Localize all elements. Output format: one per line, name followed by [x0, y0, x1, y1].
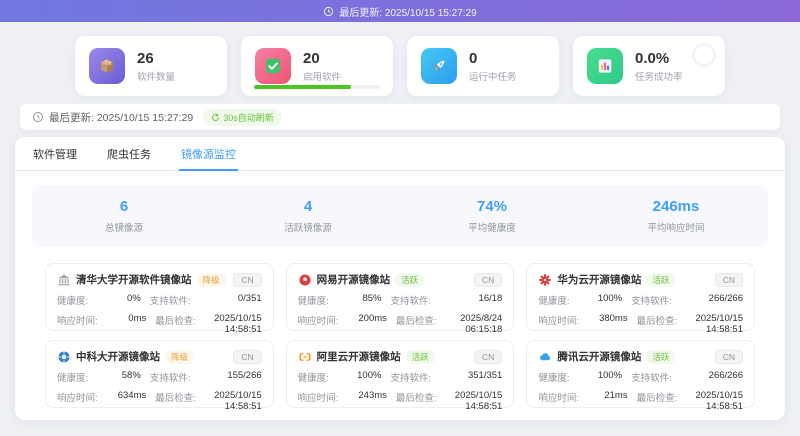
mirror-grid: 清华大学开源软件镜像站 降级 CN 健康度: 0% 支持软件: 0/351 响应时间… — [45, 263, 755, 412]
status-badge: 活跃 — [405, 349, 435, 364]
summary-avg-health: 74% 平均健康度 — [468, 198, 516, 234]
health-value: 0% — [127, 293, 141, 304]
stat-label: 任务成功率 — [635, 71, 683, 83]
stat-label: 启用软件 — [303, 71, 342, 83]
cloud-icon — [538, 350, 552, 364]
mirror-name: 清华大学开源软件镜像站 — [76, 274, 192, 286]
bar-chart-icon — [587, 48, 623, 84]
top-update-banner: 最后更新: 2025/10/15 15:27:29 — [0, 0, 800, 22]
mirror-summary-row: 6 总镜像源 4 活跃镜像源 74% 平均健康度 246ms 平均响应时间 — [32, 185, 768, 247]
stat-label: 运行中任务 — [469, 71, 517, 83]
stat-value: 0 — [469, 49, 478, 67]
software-value: 351/351 — [467, 370, 503, 381]
status-badge: 降级 — [165, 349, 195, 364]
status-badge: 活跃 — [395, 272, 425, 287]
auto-refresh-badge: 30s自动刷新 — [203, 108, 282, 126]
region-tag: CN — [714, 349, 743, 364]
software-value: 155/266 — [227, 370, 262, 381]
clock-icon — [33, 112, 43, 122]
health-value: 85% — [362, 293, 382, 304]
summary-avg-response: 246ms 平均响应时间 — [647, 198, 705, 234]
tab-crawler-tasks[interactable]: 爬虫任务 — [105, 137, 153, 171]
stat-value: 26 — [137, 49, 154, 67]
status-badge: 活跃 — [646, 272, 676, 287]
last-update-text: 最后更新: 2025/10/15 15:27:29 — [339, 7, 477, 19]
mirror-card-netease: 网易开源镜像站 活跃 CN 健康度: 85% 支持软件: 16/18 响应时间: 20… — [285, 263, 515, 335]
health-value: 58% — [121, 370, 141, 381]
stat-card-enabled-software: 20 启用软件 — [241, 36, 393, 96]
check-value: 2025/10/15 14:58:51 — [695, 390, 743, 412]
software-value: 266/266 — [708, 293, 743, 304]
region-tag: CN — [474, 272, 503, 287]
check-value: 2025/10/15 14:58:51 — [454, 390, 503, 412]
software-value: 0/351 — [237, 293, 262, 304]
red-circle-icon — [298, 273, 312, 287]
response-value: 21ms — [604, 390, 628, 401]
check-value: 2025/10/15 14:58:51 — [214, 390, 262, 412]
status-badge: 降级 — [196, 272, 226, 287]
response-value: 380ms — [599, 313, 628, 324]
region-tag: CN — [233, 272, 262, 287]
mirror-card-tsinghua: 清华大学开源软件镜像站 降级 CN 健康度: 0% 支持软件: 0/351 响应时间… — [45, 263, 274, 335]
health-value: 100% — [597, 293, 623, 304]
check-value: 2025/10/15 14:58:51 — [214, 313, 262, 335]
region-tag: CN — [474, 349, 503, 364]
check-value: 2025/10/15 14:58:51 — [695, 313, 743, 335]
package-icon — [89, 48, 125, 84]
check-icon — [255, 48, 291, 84]
refresh-bar-text: 最后更新: 2025/10/15 15:27:29 — [49, 111, 194, 124]
clock-icon — [324, 6, 334, 16]
success-rate-ring — [692, 43, 716, 67]
summary-active-mirrors: 4 活跃镜像源 — [284, 198, 332, 234]
mirror-card-huawei: 华为云开源镜像站 活跃 CN 健康度: 100% 支持软件: 266/266 响应时… — [526, 263, 755, 335]
mirror-name: 阿里云开源镜像站 — [316, 351, 401, 363]
software-value: 16/18 — [478, 293, 503, 304]
stat-card-software-count: 26 软件数量 — [75, 36, 227, 96]
stat-label: 软件数量 — [137, 71, 176, 83]
main-panel: 软件管理 爬虫任务 镜像源监控 6 总镜像源 4 活跃镜像源 74% 平均健康度… — [15, 137, 785, 420]
mirror-card-aliyun: 阿里云开源镜像站 活跃 CN 健康度: 100% 支持软件: 351/351 响应时… — [285, 340, 515, 412]
refresh-status-bar: 最后更新: 2025/10/15 15:27:29 30s自动刷新 — [20, 104, 780, 130]
stat-value: 0.0% — [635, 49, 670, 67]
stat-value: 20 — [303, 49, 320, 67]
response-value: 200ms — [358, 313, 387, 324]
stat-card-running-tasks: 0 运行中任务 — [407, 36, 559, 96]
brackets-icon — [298, 350, 312, 364]
health-value: 100% — [357, 370, 382, 381]
enabled-progress-fill — [254, 85, 352, 89]
refresh-icon — [212, 113, 220, 121]
building-icon — [57, 273, 71, 287]
mirror-name: 华为云开源镜像站 — [557, 274, 642, 286]
mirror-card-tencent: 腾讯云开源镜像站 活跃 CN 健康度: 100% 支持软件: 266/266 响应时… — [526, 340, 755, 412]
tab-bar: 软件管理 爬虫任务 镜像源监控 — [15, 137, 785, 171]
mirror-card-ustc: 中科大开源镜像站 降级 CN 健康度: 58% 支持软件: 155/266 响应时间… — [45, 340, 274, 412]
rocket-icon — [421, 48, 457, 84]
mirror-name: 网易开源镜像站 — [316, 274, 391, 286]
enabled-progress-bar — [254, 85, 380, 89]
response-value: 243ms — [358, 390, 387, 401]
tab-mirror-monitor[interactable]: 镜像源监控 — [179, 137, 238, 171]
status-badge: 活跃 — [646, 349, 676, 364]
mirror-name: 中科大开源镜像站 — [76, 351, 160, 363]
blue-circle-icon — [57, 350, 71, 364]
flower-icon — [538, 273, 552, 287]
region-tag: CN — [233, 349, 262, 364]
stat-card-success-rate: 0.0% 任务成功率 — [573, 36, 725, 96]
health-value: 100% — [597, 370, 623, 381]
software-value: 266/266 — [708, 370, 743, 381]
response-value: 634ms — [117, 390, 147, 401]
tab-software-management[interactable]: 软件管理 — [31, 137, 79, 171]
stat-cards-row: 26 软件数量 20 启用软件 0 运行中任务 0.0% 任务成功率 — [0, 36, 800, 96]
summary-total-mirrors: 6 总镜像源 — [104, 198, 143, 234]
response-value: 0ms — [128, 313, 147, 324]
region-tag: CN — [714, 272, 743, 287]
check-value: 2025/8/24 06:15:18 — [460, 313, 503, 335]
mirror-name: 腾讯云开源镜像站 — [557, 351, 642, 363]
